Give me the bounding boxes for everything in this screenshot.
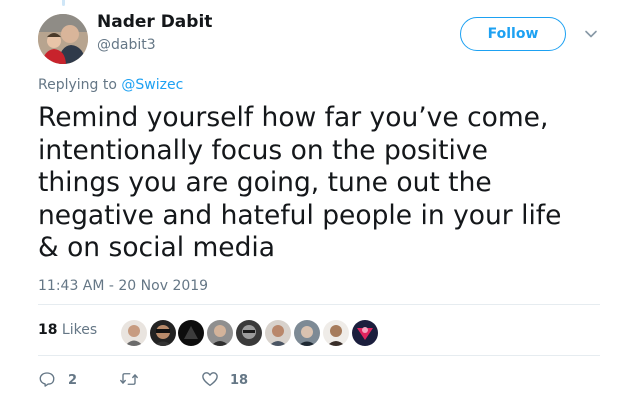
liker-avatar[interactable]: [121, 320, 147, 346]
liker-avatar[interactable]: [150, 320, 176, 346]
follow-button[interactable]: Follow: [460, 17, 566, 51]
liker-avatar[interactable]: [178, 320, 204, 346]
likes-count-link[interactable]: 18 Likes: [38, 322, 97, 338]
divider: [38, 355, 600, 356]
likes-label: Likes: [57, 322, 98, 338]
divider: [38, 304, 600, 305]
avatar[interactable]: [38, 14, 88, 64]
chevron-down-icon: [585, 30, 597, 38]
more-options-button[interactable]: [583, 26, 599, 42]
thread-connector: [62, 0, 65, 6]
retweet-button[interactable]: [119, 370, 159, 390]
like-button[interactable]: 18: [201, 370, 261, 390]
heart-icon: [202, 372, 218, 387]
liker-avatar[interactable]: [207, 320, 233, 346]
tweet-timestamp[interactable]: 11:43 AM - 20 Nov 2019: [38, 278, 208, 294]
reply-context: Replying to @Swizec: [38, 77, 183, 93]
reply-count: 2: [68, 373, 78, 388]
liker-avatar[interactable]: [323, 320, 349, 346]
liker-avatar[interactable]: [265, 320, 291, 346]
likes-count: 18: [38, 322, 58, 338]
reply-button[interactable]: 2: [38, 370, 88, 390]
like-count: 18: [230, 373, 249, 388]
liker-avatar[interactable]: [236, 320, 262, 346]
profile-photo-icon: [38, 14, 88, 64]
reply-context-prefix: Replying to: [38, 77, 122, 93]
display-name[interactable]: Nader Dabit: [97, 12, 212, 32]
liker-avatar[interactable]: [352, 320, 378, 346]
reply-icon: [39, 372, 55, 387]
retweet-icon: [120, 373, 138, 385]
tweet-text: Remind yourself how far you’ve come, int…: [38, 102, 562, 263]
reply-mention-link[interactable]: @Swizec: [121, 77, 183, 93]
tweet-card: Nader Dabit @dabit3 Follow Replying to @…: [0, 0, 640, 418]
user-handle[interactable]: @dabit3: [97, 37, 156, 53]
liker-avatar[interactable]: [294, 320, 320, 346]
